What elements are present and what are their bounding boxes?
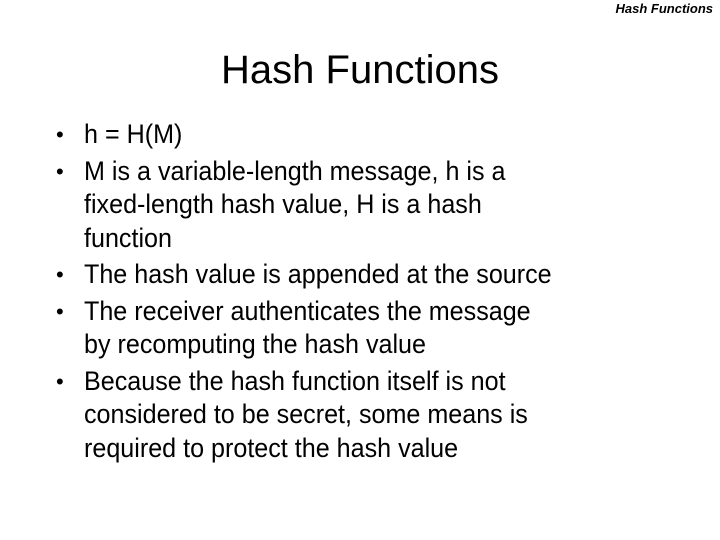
slide-title: Hash Functions <box>221 48 499 92</box>
bullet-item: • The receiver authenticates the message… <box>54 295 587 362</box>
bullet-item: • Because the hash function itself is no… <box>54 365 587 466</box>
bullet-line: M is a variable-length message, h is a <box>84 155 506 186</box>
bullet-line: required to protect the hash value <box>84 432 459 463</box>
bullet-item: • The hash value is appended at the sour… <box>54 258 587 292</box>
bullet-icon: • <box>56 262 64 287</box>
bullet-line: considered to be secret, some means is <box>84 399 528 429</box>
bullet-list: • h = H(M) • M is a variable-length mess… <box>54 118 587 468</box>
bullet-line: h = H(M) <box>84 119 183 149</box>
bullet-line: fixed-length hash value, H is a hash <box>84 189 482 219</box>
bullet-line: by recomputing the hash value <box>84 329 426 359</box>
bullet-icon: • <box>56 298 64 324</box>
bullet-item: • h = H(M) <box>54 118 587 152</box>
bullet-line: The hash value is appended at the source <box>84 259 552 289</box>
bullet-line: function <box>84 222 172 253</box>
bullet-line: The receiver authenticates the message <box>84 295 531 326</box>
bullet-item: • M is a variable-length message, h is a… <box>54 155 587 256</box>
bullet-icon: • <box>56 122 64 147</box>
bullet-icon: • <box>56 368 64 394</box>
running-header: Hash Functions <box>615 1 713 16</box>
bullet-line: Because the hash function itself is not <box>84 365 506 396</box>
bullet-icon: • <box>56 158 64 184</box>
